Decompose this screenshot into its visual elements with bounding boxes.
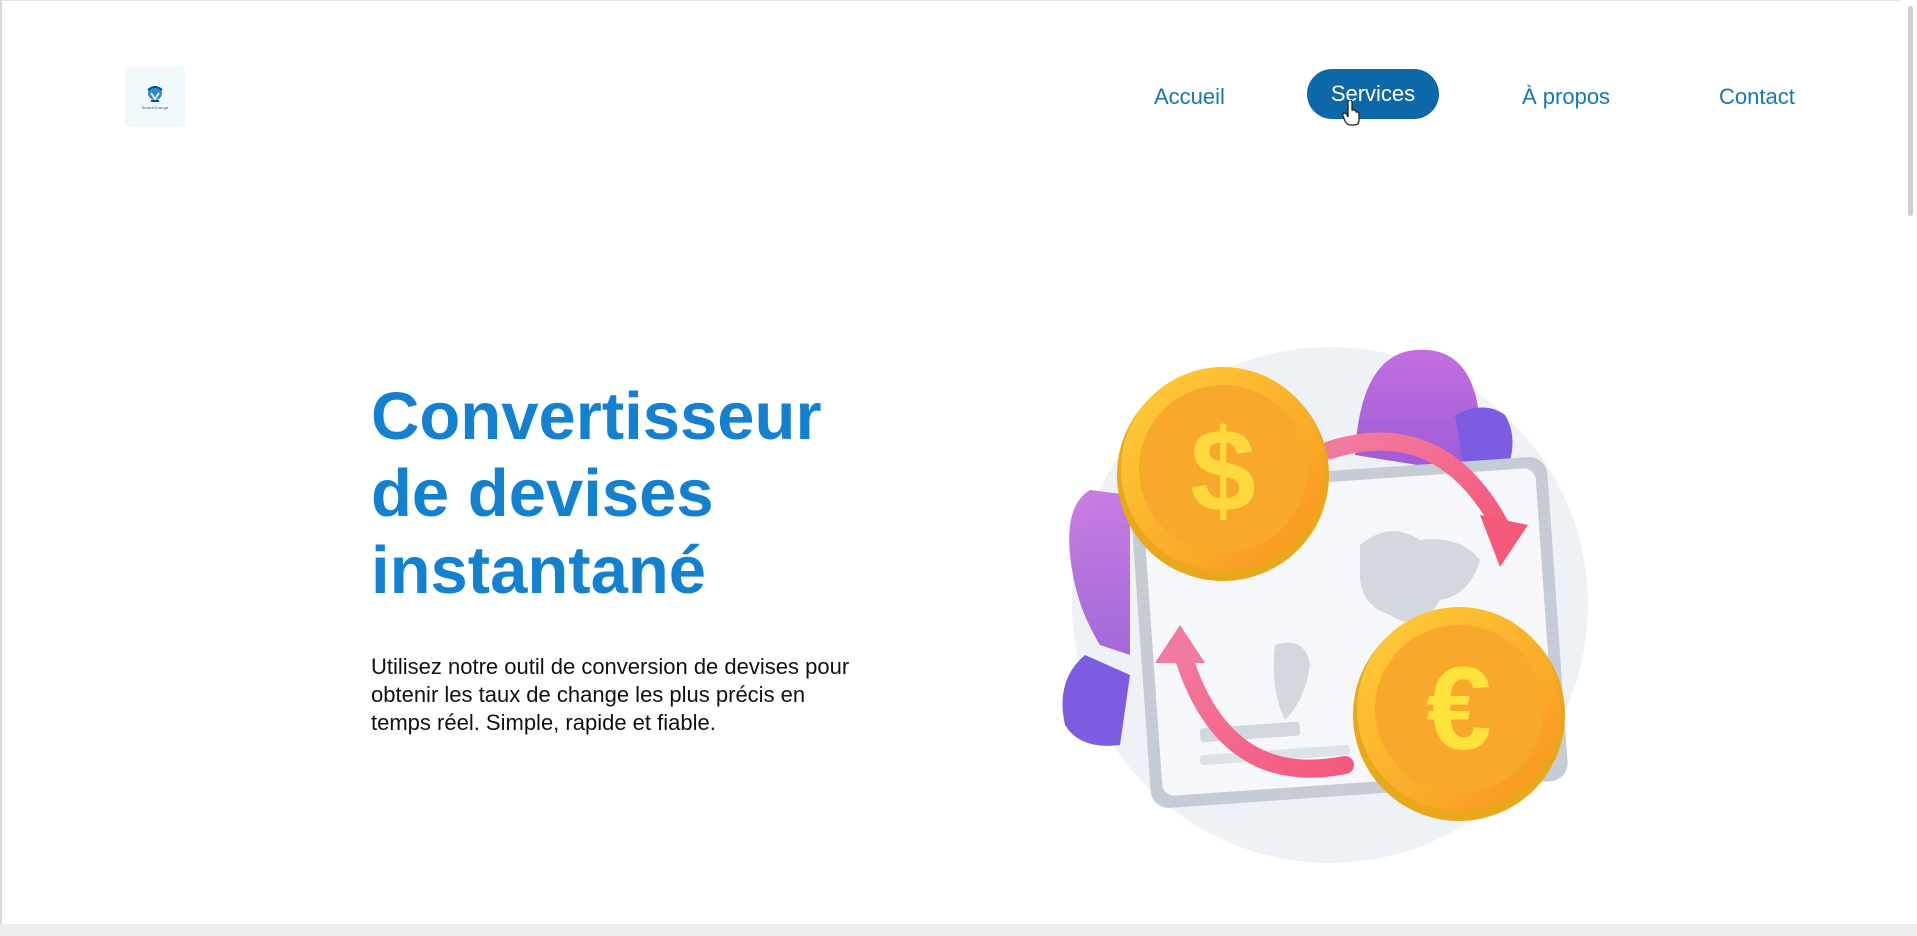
- svg-text:€: €: [1426, 643, 1492, 775]
- hero-title-line: de devises: [371, 456, 714, 531]
- dollar-coin-icon: $: [1117, 367, 1329, 581]
- svg-text:$: $: [1190, 405, 1256, 537]
- nav-link-a-propos[interactable]: À propos: [1522, 84, 1610, 110]
- hero-description: Utilisez notre outil de conversion de de…: [371, 654, 850, 735]
- vertical-scrollbar[interactable]: [1901, 0, 1917, 930]
- scrollbar-thumb[interactable]: [1908, 6, 1913, 216]
- site-logo[interactable]: SmartChange: [125, 67, 185, 127]
- hero-title-line: instantané: [371, 533, 707, 608]
- currency-exchange-illustration: $ €: [1062, 347, 1588, 863]
- nav-link-accueil[interactable]: Accueil: [1154, 84, 1225, 110]
- logo-icon: [147, 86, 163, 102]
- page-frame: [0, 0, 1917, 936]
- nav-link-contact[interactable]: Contact: [1719, 84, 1795, 110]
- hero-title-line: Convertisseur: [371, 379, 822, 454]
- logo-wordmark: SmartChange: [141, 105, 169, 110]
- bottom-edge-bar: [0, 924, 1917, 936]
- euro-coin-icon: €: [1353, 607, 1565, 821]
- hand-pointer-cursor-icon: [1342, 100, 1360, 126]
- nav-link-services[interactable]: Services: [1307, 69, 1439, 119]
- hero-title: Convertisseur de devises instantané: [371, 378, 891, 609]
